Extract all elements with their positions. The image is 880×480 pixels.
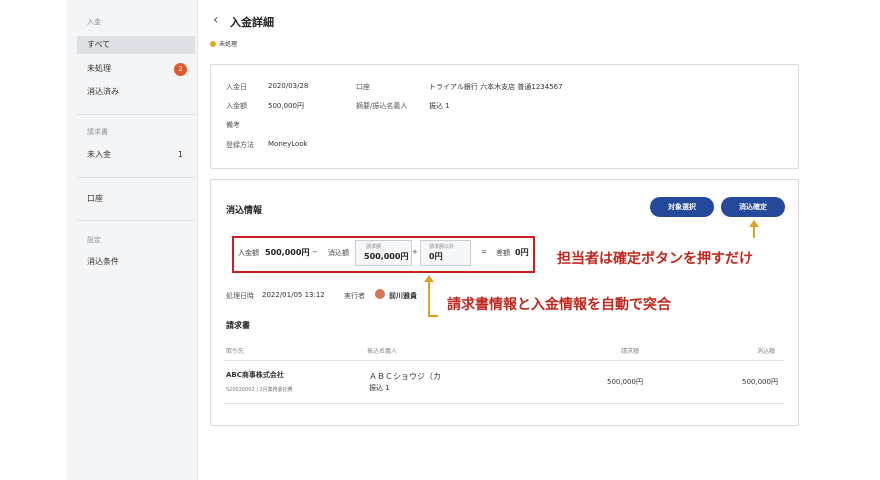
col-header-client: 取引先 [226, 348, 245, 355]
row-client-sub: S20020002 | 2月業務委託費 [226, 387, 293, 393]
col-header-invoice-amount: 請求額 [621, 348, 640, 355]
deposit-date-value: 2020/03/28 [268, 82, 309, 90]
row-invoice-amount: 500,000円 [607, 378, 643, 386]
processed-at-label: 処理日時 [226, 292, 254, 300]
calc-reconcile-label: 消込額 [328, 249, 349, 257]
match-annotation: 請求書情報と入金情報を自動で突合 [447, 297, 671, 313]
unprocessed-count-badge: 2 [174, 63, 187, 76]
invoice-amount-sub-value: 500,000円 [364, 252, 409, 261]
other-amount-box: 請求額以外 0円 [420, 240, 471, 266]
confirm-arrowhead-icon [749, 220, 759, 227]
other-amount-sub-value: 0円 [429, 252, 443, 261]
sidebar-item-label: 消込済み [87, 87, 119, 96]
account-value: トライアル銀行 六本木支店 普通1234567 [429, 83, 563, 91]
executor-value: 前川雅貴 [389, 292, 417, 300]
calc-diff-label: 差額 [496, 249, 510, 257]
sidebar-item-label: すべて [87, 40, 111, 49]
row-payer-sub: 振込 1 [369, 384, 390, 392]
sidebar-section-settings: 設定 [87, 236, 101, 244]
sidebar-item-reconcile-conditions[interactable]: 消込条件 [77, 253, 195, 271]
invoice-section-title: 請求書 [226, 321, 250, 330]
invoice-amount-sub-label: 請求額 [366, 244, 382, 250]
row-reconcile-amount: 500,000円 [742, 378, 778, 386]
sidebar-item-account[interactable]: 口座 [77, 190, 195, 208]
avatar [375, 289, 385, 299]
calc-plus: + [412, 248, 418, 256]
page-title: 入金詳細 [230, 16, 274, 29]
table-header-divider [224, 360, 784, 361]
calc-diff-value: 0円 [515, 248, 529, 257]
payer-value: 振込 1 [429, 102, 450, 110]
executor-label: 実行者 [344, 292, 365, 300]
calc-deposit-label: 入金額 [238, 249, 259, 257]
unpaid-count: 1 [177, 150, 183, 159]
registration-method-value: MoneyLook [268, 140, 308, 148]
calc-deposit-value: 500,000円 [265, 248, 310, 257]
col-header-payer: 振込名義人 [367, 348, 398, 355]
select-target-button[interactable]: 対象選択 [650, 197, 714, 217]
sidebar-item-label: 消込条件 [87, 257, 119, 266]
confirm-annotation: 担当者は確定ボタンを押すだけ [557, 251, 753, 267]
status-label: 未処理 [219, 41, 238, 48]
match-arrow-foot [428, 315, 438, 317]
invoice-amount-box: 請求額 500,000円 [355, 240, 412, 266]
calc-equals: = [481, 248, 487, 256]
sidebar-item-label: 未入金 [87, 150, 111, 159]
deposit-detail-card [210, 64, 799, 169]
sidebar-item-unpaid[interactable]: 未入金 1 [77, 146, 195, 164]
match-arrowhead-icon [424, 275, 434, 282]
payer-label: 摘要/振込名義人 [356, 102, 408, 110]
back-arrow-icon[interactable]: ‹ [213, 13, 219, 27]
sidebar-item-label: 口座 [87, 194, 103, 203]
status-dot-icon [210, 41, 216, 47]
row-payer-name: ＡＢＣショウジ（カ [369, 372, 441, 381]
processed-at-value: 2022/01/05 13:12 [262, 291, 325, 299]
sidebar-divider [77, 114, 195, 115]
confirm-reconcile-button[interactable]: 消込確定 [721, 197, 785, 217]
match-arrow-icon [428, 281, 430, 317]
sidebar: 入金 すべて 未処理 2 消込済み 請求書 未入金 1 口座 設定 消込条件 [67, 0, 198, 480]
sidebar-item-all[interactable]: すべて [77, 36, 195, 54]
deposit-amount-label: 入金額 [226, 102, 247, 110]
sidebar-item-unprocessed[interactable]: 未処理 2 [77, 60, 195, 78]
col-header-reconcile-amount: 消込額 [757, 348, 776, 355]
confirm-arrow-icon [753, 226, 755, 238]
sidebar-section-invoice: 請求書 [87, 128, 108, 136]
row-client-name: ABC商事株式会社 [226, 371, 284, 379]
sidebar-section-deposit: 入金 [87, 18, 101, 26]
registration-method-label: 登録方法 [226, 141, 254, 149]
other-amount-sub-label: 請求額以外 [429, 244, 455, 250]
table-row-divider [224, 403, 784, 404]
sidebar-item-reconciled[interactable]: 消込済み [77, 83, 195, 101]
sidebar-divider [77, 177, 195, 178]
sidebar-item-label: 未処理 [87, 64, 111, 73]
calc-minus: − [312, 248, 318, 256]
note-label: 備考 [226, 121, 240, 129]
sidebar-divider [77, 220, 195, 221]
deposit-date-label: 入金日 [226, 83, 247, 91]
deposit-amount-value: 500,000円 [268, 102, 304, 110]
reconcile-title: 消込情報 [226, 206, 263, 216]
account-label: 口座 [356, 83, 370, 91]
